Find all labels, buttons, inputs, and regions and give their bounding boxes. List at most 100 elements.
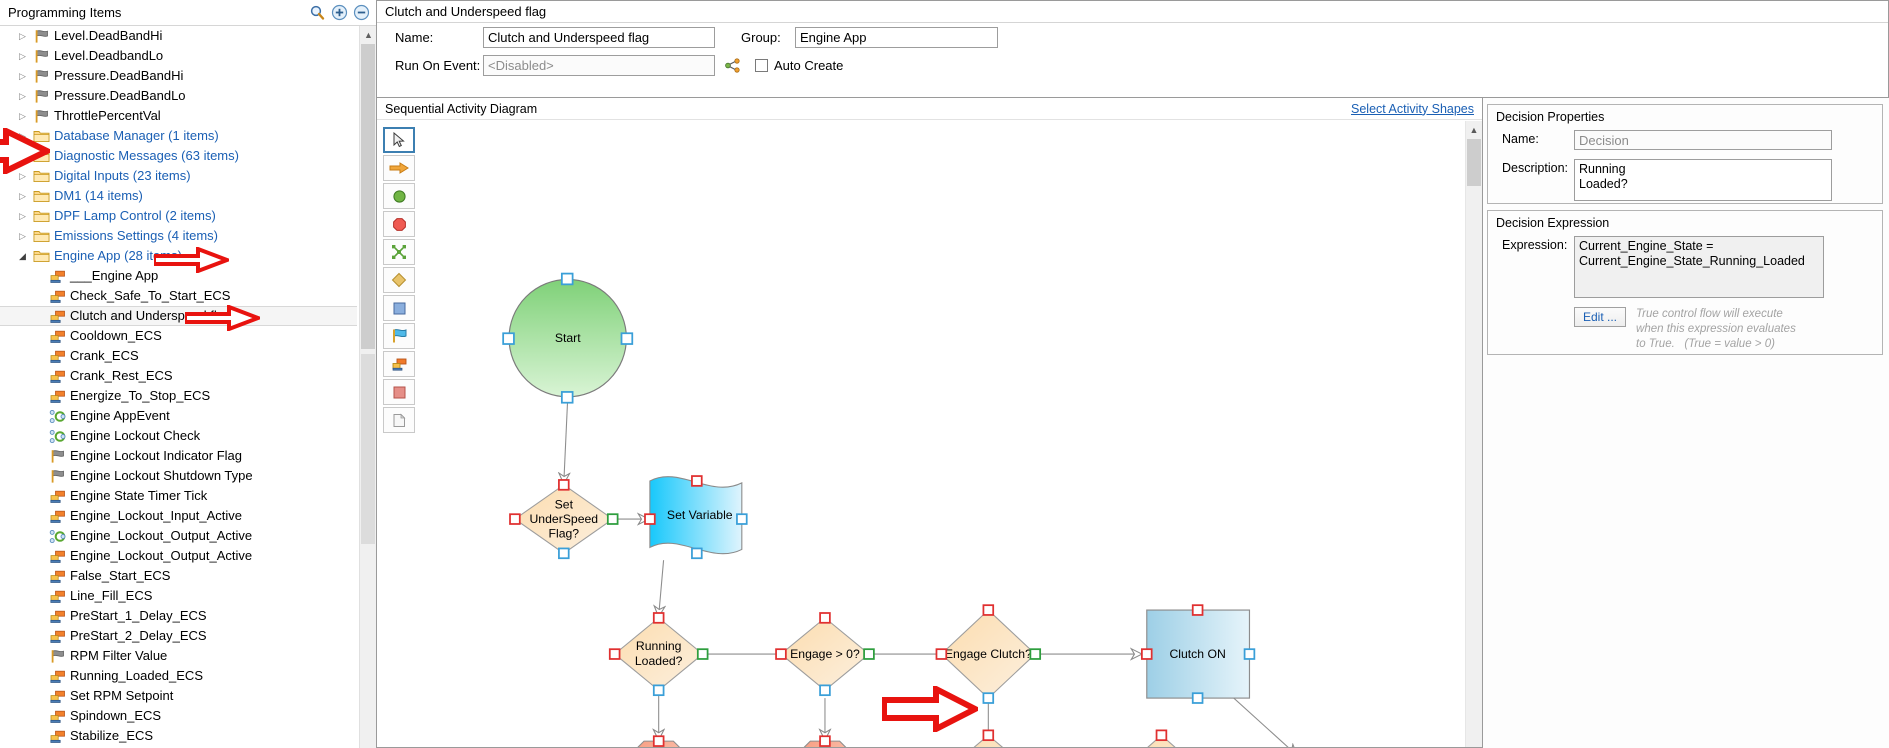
select-activity-shapes-link[interactable]: Select Activity Shapes [1351,102,1474,116]
start-node-tool[interactable] [383,183,415,209]
expander-expanded-icon[interactable]: ◢ [14,246,31,266]
tree-item[interactable]: ▷ Diagnostic Messages (63 items) [0,146,359,166]
expander-collapsed-icon[interactable]: ▷ [14,226,31,246]
tree-item[interactable]: Cooldown_ECS [0,326,359,346]
tree-item-selected[interactable]: Clutch and Underspeed flag [0,306,357,326]
collapse-all-icon[interactable] [353,4,370,21]
tree-item[interactable]: ▷ ThrottlePercentVal [0,106,359,126]
tree-item[interactable]: Crank_Rest_ECS [0,366,359,386]
tree-item[interactable]: ▷ Level.DeadbandLo [0,46,359,66]
tree-item[interactable]: False_Start_ECS [0,566,359,586]
auto-create-checkbox-wrap[interactable]: Auto Create [755,58,843,73]
end-node-tool[interactable] [383,379,415,405]
tree-item[interactable]: Running_Loaded_ECS [0,666,359,686]
tree-item-label: False_Start_ECS [70,568,171,583]
tree-item[interactable]: Engine AppEvent [0,406,359,426]
tree-item[interactable]: Set RPM Setpoint [0,686,359,706]
tree-item[interactable]: ▷ DM1 (14 items) [0,186,359,206]
tree-list[interactable]: ▷ Level.DeadBandHi ▷ Level.DeadbandLo ▷ Press… [0,26,359,748]
tree-vertical-scrollbar[interactable]: ▲ [359,26,376,748]
expander-collapsed-icon[interactable]: ▷ [14,126,31,146]
tree-item[interactable]: ___Engine App [0,266,359,286]
node-rpm-gt-disengage[interactable]: RPM > Disengage [1108,729,1216,747]
tree-item[interactable]: PreStart_2_Delay_ECS [0,626,359,646]
name-label: Name: [395,29,434,45]
node-disengage-gt-0[interactable]: Disengage > 0? [933,729,1045,747]
diagram-canvas[interactable]: Start Set UnderSpeed Flag? Set Variable … [421,121,1464,747]
expander-collapsed-icon[interactable]: ▷ [14,46,31,66]
tree-item[interactable]: Spindown_ECS [0,706,359,726]
tree-item[interactable]: Stabilize_ECS [0,726,359,746]
flag-node-tool[interactable] [383,323,415,349]
diagram-scroll-thumb[interactable] [1467,139,1481,186]
tree-item[interactable]: Engine_Lockout_Output_Active [0,546,359,566]
tree-item[interactable]: ▷ Digital Inputs (23 items) [0,166,359,186]
pointer-tool[interactable] [383,127,415,153]
script-node-tool[interactable] [383,351,415,377]
scroll-up-arrow-icon[interactable]: ▲ [1466,121,1482,138]
decision-node-tool[interactable] [383,267,415,293]
tree-item[interactable]: Line_Fill_ECS [0,586,359,606]
fork-node-tool[interactable] [383,239,415,265]
diagram-vertical-scrollbar[interactable]: ▲ [1465,121,1482,747]
tree-item[interactable]: ▷ DPF Lamp Control (2 items) [0,206,359,226]
expander-collapsed-icon[interactable]: ▷ [14,66,31,86]
tree-item-label: Level.DeadbandLo [54,48,164,63]
tree-item[interactable]: ◢ Engine App (28 items) [0,246,359,266]
tree-item[interactable]: Engine Lockout Indicator Flag [0,446,359,466]
transition-arrow-tool[interactable] [383,155,415,181]
tree-item[interactable]: ▷ Pressure.DeadBandHi [0,66,359,86]
tree-item[interactable]: ▷ Emissions Settings (4 items) [0,226,359,246]
run-on-event-input[interactable] [483,54,715,76]
expander-collapsed-icon[interactable]: ▷ [14,26,31,46]
node-engage-clutch[interactable]: Engage Clutch? [935,604,1042,704]
auto-create-checkbox[interactable] [755,58,768,72]
tree-item[interactable]: Engine Lockout Shutdown Type [0,466,359,486]
node-stop-1[interactable]: Stop [619,735,699,747]
action-node-tool[interactable] [383,295,415,321]
expander-collapsed-icon[interactable]: ▷ [14,166,31,186]
name-input[interactable] [483,26,715,48]
expression-textarea[interactable]: Current_Engine_State = Current_Engine_St… [1574,236,1824,298]
tree-item[interactable]: Engine_Lockout_Output_Active [0,526,359,546]
link-event-icon[interactable] [724,57,741,73]
note-node-tool[interactable] [383,407,415,433]
stop-node-tool[interactable] [383,211,415,237]
tree-item[interactable]: PreStart_1_Delay_ECS [0,606,359,626]
tree-scroll-thumb-lower[interactable] [361,354,375,544]
tree-item[interactable]: Engine Lockout Check [0,426,359,446]
node-set-variable[interactable]: Set Variable [644,475,748,560]
expander-collapsed-icon[interactable]: ▷ [14,146,31,166]
tree-item[interactable]: RPM Filter Value [0,646,359,666]
expander-collapsed-icon[interactable]: ▷ [14,86,31,106]
folder-icon [31,229,51,243]
tree-item[interactable]: Engine_Lockout_Input_Active [0,506,359,526]
node-engage-gt-0[interactable]: Engage > 0? [775,612,875,697]
decision-description-textarea[interactable]: Running Loaded? [1574,159,1832,201]
tree-item[interactable]: ▷ Level.DeadBandHi [0,26,359,46]
expand-all-icon[interactable] [331,4,348,21]
decision-name-input[interactable] [1574,130,1832,150]
tree-item[interactable]: Engine State Timer Tick [0,486,359,506]
tree-item[interactable]: Crank_ECS [0,346,359,366]
expander-collapsed-icon[interactable]: ▷ [14,206,31,226]
flag-icon [31,69,51,84]
group-input[interactable] [795,26,998,48]
expander-collapsed-icon[interactable]: ▷ [14,186,31,206]
expander-collapsed-icon[interactable]: ▷ [14,106,31,126]
tree-item[interactable]: ▷ Pressure.DeadBandLo [0,86,359,106]
tree-scroll-thumb[interactable] [361,44,375,349]
tree-item[interactable]: ▷ Database Manager (1 items) [0,126,359,146]
script-icon [47,269,67,284]
tree-item[interactable]: Energize_To_Stop_ECS [0,386,359,406]
node-set-underspeed-flag[interactable]: Set UnderSpeed Flag? [509,479,619,560]
scroll-up-arrow-icon[interactable]: ▲ [360,26,376,43]
tree-item[interactable]: Check_Safe_To_Start_ECS [0,286,359,306]
edit-expression-button[interactable]: Edit ... [1574,307,1627,327]
node-start[interactable]: Start [502,272,634,404]
activity-diagram-svg[interactable]: Start Set UnderSpeed Flag? Set Variable … [421,121,1464,747]
node-clutch-on[interactable]: Clutch ON [1140,604,1256,704]
node-running-loaded[interactable]: Running Loaded? [608,612,709,697]
search-icon[interactable] [309,4,326,21]
node-stop-2[interactable]: Stop [785,735,865,747]
